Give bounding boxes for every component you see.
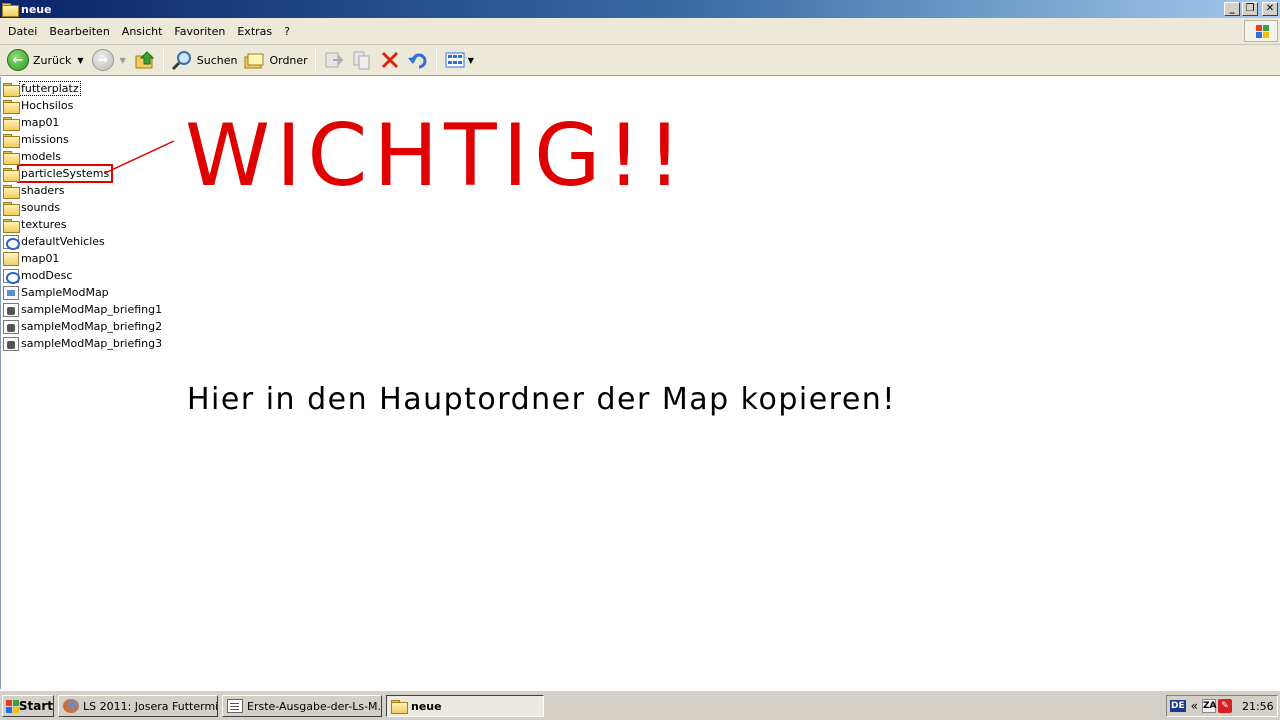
xml-file-icon: [3, 234, 20, 250]
tray-expand-icon[interactable]: «: [1191, 699, 1198, 713]
forward-dropdown-icon[interactable]: ▼: [120, 56, 126, 65]
taskbar-item-document[interactable]: Erste-Ausgabe-der-Ls-M...: [222, 695, 382, 717]
toolbar-separator: [162, 48, 164, 72]
taskbar: Start LS 2011: Josera Futtermi... Erste-…: [0, 690, 1280, 720]
task-label: neue: [411, 699, 442, 713]
file-name: sounds: [21, 201, 61, 214]
window-controls: _ ❐ ✕: [1224, 2, 1278, 16]
image-file-icon: [3, 336, 19, 351]
menu-favoriten[interactable]: Favoriten: [168, 25, 231, 38]
views-icon: [445, 52, 465, 68]
back-dropdown-icon[interactable]: ▼: [77, 56, 83, 65]
lua-file-icon: [3, 285, 19, 300]
firefox-icon: [63, 699, 79, 713]
annotation-instruction: Hier in den Hauptordner der Map kopieren…: [187, 382, 896, 417]
annotation-wichtig: WICHTIG!!: [185, 106, 688, 206]
list-item[interactable]: map01: [3, 250, 163, 267]
task-label: LS 2011: Josera Futtermi...: [83, 699, 218, 713]
folders-label: Ordner: [269, 53, 308, 67]
list-item[interactable]: SampleModMap: [3, 284, 163, 301]
up-folder-button[interactable]: [131, 47, 159, 73]
menu-ansicht[interactable]: Ansicht: [116, 25, 169, 38]
menu-extras[interactable]: Extras: [231, 25, 278, 38]
file-name: modDesc: [21, 269, 73, 282]
back-button[interactable]: ← Zurück ▼: [4, 47, 89, 73]
delete-icon: [381, 51, 398, 69]
move-to-icon: [325, 52, 344, 68]
undo-button[interactable]: [404, 47, 432, 73]
delete-button[interactable]: [376, 47, 404, 73]
i3d-file-icon: [3, 251, 19, 266]
menu-bearbeiten[interactable]: Bearbeiten: [43, 25, 115, 38]
move-to-button[interactable]: [320, 47, 348, 73]
folder-icon: [391, 699, 408, 714]
list-item[interactable]: textures: [3, 216, 163, 233]
toolbar-separator: [314, 48, 316, 72]
annotation-arrow-line: [104, 140, 175, 174]
forward-arrow-icon: →: [91, 49, 114, 71]
windows-logo-icon: [1244, 20, 1278, 42]
file-view[interactable]: futterplatz Hochsilos map01 missions mod…: [0, 77, 1280, 689]
toolbar-separator: [435, 48, 437, 72]
title-bar[interactable]: neue _ ❐ ✕: [0, 0, 1280, 18]
search-label: Suchen: [196, 53, 238, 67]
acrobat-icon[interactable]: ✎: [1217, 699, 1232, 713]
menu-datei[interactable]: Datei: [2, 25, 43, 38]
file-name: textures: [21, 218, 67, 231]
search-button[interactable]: Suchen: [168, 47, 241, 73]
file-name: sampleModMap_briefing1: [21, 303, 163, 316]
document-icon: [227, 699, 243, 713]
folder-icon: [3, 218, 20, 233]
list-item[interactable]: sampleModMap_briefing2: [3, 318, 163, 335]
window-title: neue: [21, 2, 52, 16]
undo-icon: [407, 53, 427, 69]
taskbar-item-neue[interactable]: neue: [386, 695, 544, 717]
minimize-button[interactable]: _: [1224, 2, 1240, 16]
views-dropdown-icon[interactable]: ▼: [468, 56, 474, 65]
task-label: Erste-Ausgabe-der-Ls-M...: [247, 699, 382, 713]
copy-to-icon: [353, 51, 370, 70]
file-name: defaultVehicles: [21, 235, 105, 248]
windows-flag-icon: [6, 699, 19, 713]
file-name: map01: [21, 252, 60, 265]
image-file-icon: [3, 319, 19, 334]
xml-file-icon: [3, 268, 20, 284]
start-button[interactable]: Start: [2, 695, 54, 717]
file-name: sampleModMap_briefing2: [21, 320, 163, 333]
list-item[interactable]: defaultVehicles: [3, 233, 163, 250]
up-folder-icon: [135, 51, 154, 69]
start-label: Start: [18, 699, 53, 713]
list-item[interactable]: sampleModMap_briefing1: [3, 301, 163, 318]
file-name: SampleModMap: [21, 286, 109, 299]
close-button[interactable]: ✕: [1262, 2, 1278, 16]
restore-button[interactable]: ❐: [1242, 2, 1258, 16]
menu-help[interactable]: ?: [278, 25, 296, 38]
search-icon: [171, 51, 191, 71]
copy-to-button[interactable]: [348, 47, 376, 73]
language-indicator[interactable]: DE: [1170, 700, 1186, 712]
clock: 21:56: [1241, 699, 1274, 713]
folder-icon: [3, 201, 20, 216]
back-arrow-icon: ←: [7, 49, 29, 71]
list-item[interactable]: sounds: [3, 199, 163, 216]
image-file-icon: [3, 302, 19, 317]
taskbar-item-firefox[interactable]: LS 2011: Josera Futtermi...: [58, 695, 218, 717]
menu-bar: Datei Bearbeiten Ansicht Favoriten Extra…: [0, 18, 1280, 45]
list-item[interactable]: sampleModMap_briefing3: [3, 335, 163, 352]
system-tray: DE « ZA ✎ 21:56: [1166, 695, 1278, 717]
back-label: Zurück: [33, 53, 72, 67]
file-name: sampleModMap_briefing3: [21, 337, 163, 350]
folder-icon: [2, 2, 19, 17]
list-item[interactable]: modDesc: [3, 267, 163, 284]
views-button[interactable]: ▼: [441, 47, 479, 73]
toolbar: ← Zurück ▼ → ▼ Suchen Ordner ▼: [0, 45, 1280, 76]
folders-icon: [244, 53, 264, 69]
zonealarm-icon[interactable]: ZA: [1201, 699, 1216, 713]
folders-button[interactable]: Ordner: [240, 47, 310, 73]
forward-button[interactable]: → ▼: [89, 47, 131, 73]
